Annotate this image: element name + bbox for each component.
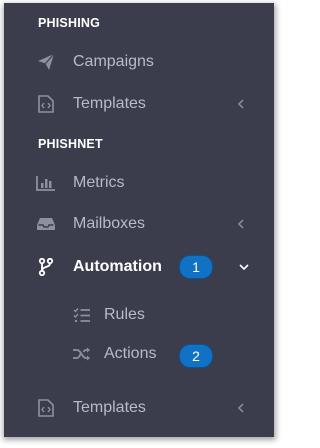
file-code-icon xyxy=(36,398,56,418)
shuffle-icon xyxy=(72,344,92,364)
paper-plane-icon xyxy=(36,52,56,72)
sidebar-item-automation[interactable]: Automation 1 xyxy=(4,247,274,287)
sidebar-item-campaigns[interactable]: Campaigns xyxy=(4,42,274,82)
sidebar-item-metrics[interactable]: Metrics xyxy=(4,163,274,203)
file-code-icon xyxy=(36,94,56,114)
inbox-tray-icon xyxy=(36,214,56,234)
branch-icon xyxy=(36,257,56,277)
checklist-icon xyxy=(72,305,92,325)
bar-chart-icon xyxy=(36,173,56,193)
sidebar-item-label: Rules xyxy=(104,306,145,323)
chevron-left-icon[interactable] xyxy=(235,98,247,110)
sidebar-item-label: Mailboxes xyxy=(73,215,146,232)
callout-badge-2: 2 xyxy=(179,344,213,368)
sidebar-item-templates-2[interactable]: Templates xyxy=(4,388,274,428)
section-phishnet: PHISHNET xyxy=(38,137,103,151)
sidebar-item-label: Actions xyxy=(104,345,157,362)
chevron-left-icon[interactable] xyxy=(235,402,247,414)
section-phishing: PHISHING xyxy=(38,16,101,30)
chevron-left-icon[interactable] xyxy=(235,218,247,230)
sidebar-item-label: Templates xyxy=(73,399,146,416)
sidebar-item-label: Automation xyxy=(73,258,162,275)
sidebar-item-label: Templates xyxy=(73,95,146,112)
callout-badge-1: 1 xyxy=(179,255,213,279)
sidebar-item-templates[interactable]: Templates xyxy=(4,84,274,124)
sidebar: PHISHING Campaigns Templates PHISHNET Me… xyxy=(4,3,274,437)
sidebar-subitem-rules[interactable]: Rules xyxy=(4,295,274,335)
sidebar-item-mailboxes[interactable]: Mailboxes xyxy=(4,204,274,244)
chevron-down-icon[interactable] xyxy=(238,261,250,273)
sidebar-item-label: Campaigns xyxy=(73,53,154,70)
sidebar-item-label: Metrics xyxy=(73,174,125,191)
sidebar-subitem-actions[interactable]: Actions 2 xyxy=(4,334,274,374)
